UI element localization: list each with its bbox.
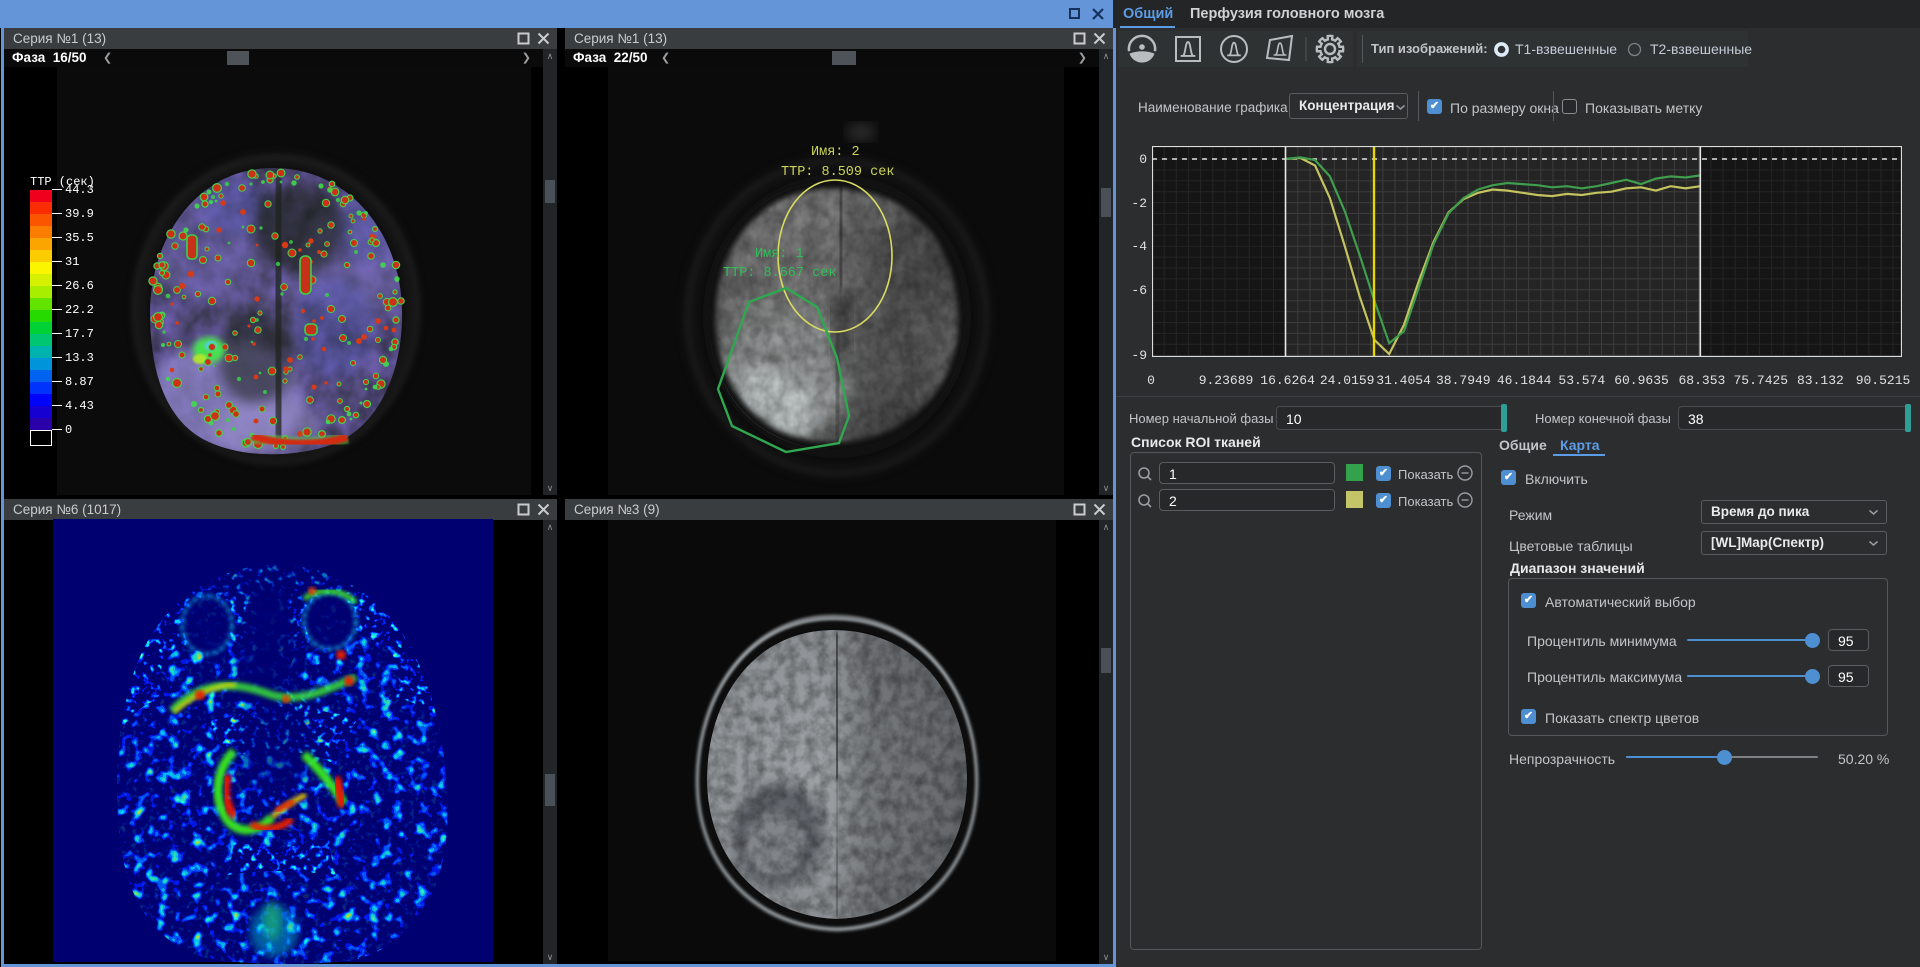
svg-text:Имя: 2: Имя: 2 bbox=[811, 145, 860, 160]
svg-text:ТТР: 8.509 сек: ТТР: 8.509 сек bbox=[781, 165, 894, 180]
svg-text:ТТР: 8.667 сек: ТТР: 8.667 сек bbox=[723, 266, 836, 281]
svg-text:Имя: 1: Имя: 1 bbox=[755, 247, 804, 262]
